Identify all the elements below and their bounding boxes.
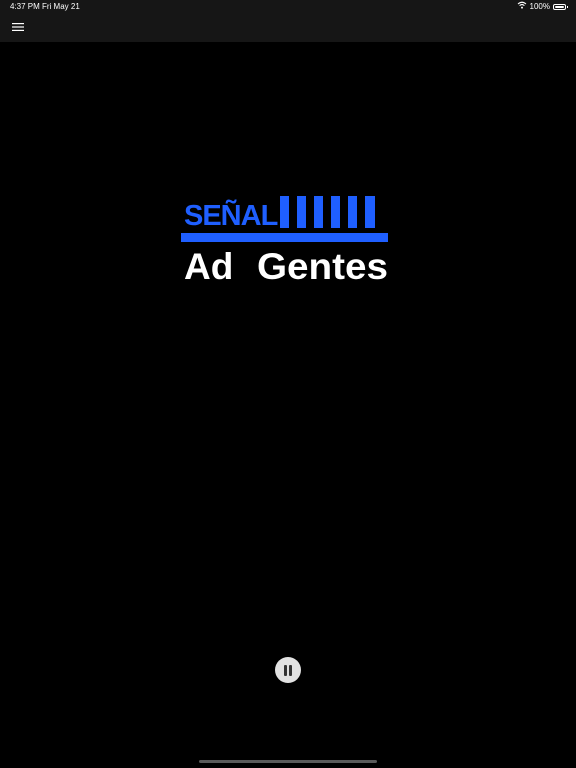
status-time: 4:37 PM bbox=[10, 2, 40, 11]
logo-underline bbox=[181, 233, 388, 242]
logo-text-ad: Ad bbox=[184, 246, 233, 284]
navigation-bar bbox=[0, 14, 576, 42]
wifi-icon bbox=[517, 0, 527, 14]
pause-icon bbox=[283, 664, 293, 676]
hamburger-menu-icon bbox=[12, 19, 24, 37]
battery-icon bbox=[553, 4, 568, 10]
battery-percentage: 100% bbox=[529, 2, 550, 11]
station-logo: SEÑAL Ad Gentes bbox=[180, 192, 390, 284]
home-indicator[interactable] bbox=[199, 760, 377, 763]
status-date: Fri May 21 bbox=[42, 2, 80, 11]
status-indicators: 100% bbox=[517, 0, 568, 14]
logo-signal-bars bbox=[280, 196, 375, 228]
status-bar: 4:37 PM Fri May 21 100% bbox=[0, 0, 576, 14]
logo-text-gentes: Gentes bbox=[257, 246, 388, 284]
menu-button[interactable] bbox=[9, 20, 27, 36]
logo-text-senal: SEÑAL bbox=[184, 198, 278, 232]
pause-button[interactable] bbox=[275, 657, 301, 683]
